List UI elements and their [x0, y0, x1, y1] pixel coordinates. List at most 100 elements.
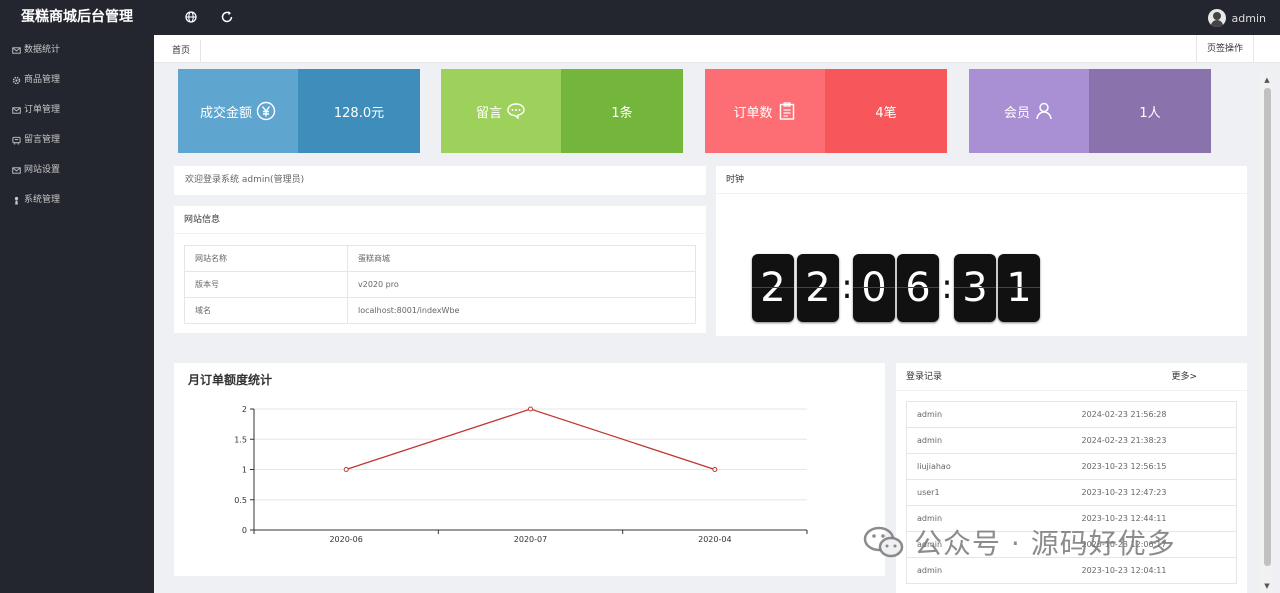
site-info-title: 网站信息 — [174, 206, 706, 234]
mail-icon — [12, 106, 21, 114]
stat-label: 会员 — [1003, 105, 1030, 121]
login-time: 2024-02-23 21:38:23 — [1071, 427, 1237, 454]
app-logo-title[interactable]: 蛋糕商城后台管理 — [0, 0, 154, 35]
sidebar-item-label: 商品管理 — [24, 75, 61, 85]
stat-value: 4笔 — [875, 105, 897, 121]
clock-separator: : — [941, 267, 953, 307]
yen-icon — [256, 101, 276, 121]
stat-card-value-area: 1条 — [561, 69, 683, 153]
clock-digit: 3 — [954, 254, 996, 322]
stat-card-label-area: 订单数 — [705, 69, 825, 153]
sidebar-item-label: 数据统计 — [24, 45, 61, 55]
x-tick-label: 2020-07 — [514, 535, 547, 544]
refresh-icon[interactable] — [220, 10, 234, 24]
user-name: admin — [1231, 11, 1266, 25]
data-point — [343, 467, 349, 472]
info-key: 网站名称 — [184, 245, 348, 272]
mail-icon — [12, 46, 21, 54]
scroll-up-icon[interactable]: ▲ — [1262, 76, 1272, 84]
table-row: admin 2024-02-23 21:38:23 — [906, 427, 1237, 454]
clock-digit: 0 — [853, 254, 895, 322]
scrollbar-thumb[interactable] — [1264, 88, 1271, 566]
table-row: 域名 localhost:8001/indexWbe — [184, 297, 696, 324]
stat-card-label-area: 留言 — [441, 69, 561, 153]
login-user: user1 — [906, 479, 1072, 506]
stat-card-value-area: 1人 — [1089, 69, 1211, 153]
welcome-panel: 欢迎登录系统 admin(管理员) — [174, 166, 706, 195]
table-row: admin 2024-02-23 21:56:28 — [906, 401, 1237, 428]
site-info-panel: 网站信息 网站名称 蛋糕商城 版本号 v2020 pro 域名 localhos… — [174, 206, 706, 333]
sidebar-item-statistics[interactable]: 数据统计 — [0, 35, 154, 65]
info-value: v2020 pro — [347, 271, 696, 298]
avatar — [1207, 9, 1226, 27]
clock-digit: 6 — [897, 254, 939, 322]
more-link[interactable]: 更多> — [1171, 363, 1197, 391]
info-value: localhost:8001/indexWbe — [347, 297, 696, 324]
y-tick-label: 0 — [242, 526, 247, 535]
user-menu[interactable]: admin — [1207, 7, 1266, 29]
user-icon — [1036, 102, 1052, 120]
wechat-icon — [862, 522, 906, 562]
sidebar-item-label: 网站设置 — [24, 165, 61, 175]
sidebar: 数据统计 商品管理 订单管理 留言管理 网站设置 系统管理 — [0, 35, 154, 593]
data-point — [712, 467, 718, 472]
stat-card-value-area: 4笔 — [825, 69, 947, 153]
chat-icon — [507, 103, 525, 120]
sidebar-item-products[interactable]: 商品管理 — [0, 65, 154, 95]
table-row: 网站名称 蛋糕商城 — [184, 245, 696, 272]
y-tick-label: 1 — [242, 466, 247, 475]
info-key: 版本号 — [184, 271, 348, 298]
clock-separator: : — [841, 267, 853, 307]
stat-card-orders[interactable]: 订单数 4笔 — [705, 69, 947, 153]
stat-card-label-area: 会员 — [969, 69, 1089, 153]
tab-operations-button[interactable]: 页签操作 — [1195, 35, 1254, 63]
stat-value: 1条 — [611, 105, 633, 121]
y-tick-label: 1.5 — [234, 435, 247, 444]
x-tick-label: 2020-04 — [698, 535, 731, 544]
sidebar-item-label: 订单管理 — [24, 105, 61, 115]
stat-label: 留言 — [475, 105, 502, 121]
gear-icon — [12, 76, 21, 84]
clock-digit: 1 — [998, 254, 1040, 322]
stat-card-members[interactable]: 会员 1人 — [969, 69, 1211, 153]
stat-value: 128.0元 — [333, 105, 385, 121]
line-chart: 0 0.5 1 1.5 2 2020-06 2020-07 2020-04 — [234, 405, 808, 544]
mail-icon — [12, 166, 21, 174]
table-row: user1 2023-10-23 12:47:23 — [906, 479, 1237, 506]
sidebar-item-label: 留言管理 — [24, 135, 61, 145]
login-time: 2023-10-23 12:47:23 — [1071, 479, 1237, 506]
watermark-text: 公众号 · 源码好优多 — [914, 527, 1176, 560]
table-row: 版本号 v2020 pro — [184, 271, 696, 298]
stat-card-value-area: 128.0元 — [298, 69, 420, 153]
tab-home[interactable]: 首页 — [162, 40, 202, 63]
sidebar-item-messages[interactable]: 留言管理 — [0, 125, 154, 155]
clock-digit: 2 — [752, 254, 794, 322]
login-time: 2024-02-23 21:56:28 — [1071, 401, 1237, 428]
data-point — [528, 406, 533, 412]
y-tick-label: 2 — [242, 405, 247, 414]
sidebar-item-label: 系统管理 — [24, 195, 61, 205]
stat-card-revenue[interactable]: 成交金额 128.0元 — [178, 69, 420, 153]
monthly-order-chart-panel: 月订单额度统计 0 0.5 1 1.5 2 2020-06 2020-07 2020-04 — [174, 363, 885, 576]
y-tick-label: 0.5 — [234, 496, 247, 505]
globe-icon[interactable] — [184, 10, 198, 24]
clock-digit: 2 — [797, 254, 839, 322]
stat-label: 订单数 — [733, 105, 773, 121]
message-icon — [12, 136, 21, 145]
sidebar-item-site-settings[interactable]: 网站设置 — [0, 155, 154, 185]
top-bar: 蛋糕商城后台管理 admin — [0, 0, 1280, 35]
stat-value: 1人 — [1139, 105, 1161, 121]
login-time: 2023-10-23 12:56:15 — [1071, 453, 1237, 480]
scroll-down-icon[interactable]: ▼ — [1262, 582, 1272, 590]
tab-bar: 首页 页签操作 — [154, 35, 1280, 63]
stat-label: 成交金额 — [199, 105, 252, 121]
clock-title: 时钟 — [716, 166, 1247, 194]
sidebar-item-orders[interactable]: 订单管理 — [0, 95, 154, 125]
stat-card-label-area: 成交金额 — [178, 69, 298, 153]
site-info-table: 网站名称 蛋糕商城 版本号 v2020 pro 域名 localhost:800… — [184, 245, 696, 324]
sidebar-item-system[interactable]: 系统管理 — [0, 185, 154, 215]
info-value: 蛋糕商城 — [347, 245, 696, 272]
x-tick-label: 2020-06 — [329, 535, 362, 544]
table-row: liujiahao 2023-10-23 12:56:15 — [906, 453, 1237, 480]
stat-card-messages[interactable]: 留言 1条 — [441, 69, 683, 153]
